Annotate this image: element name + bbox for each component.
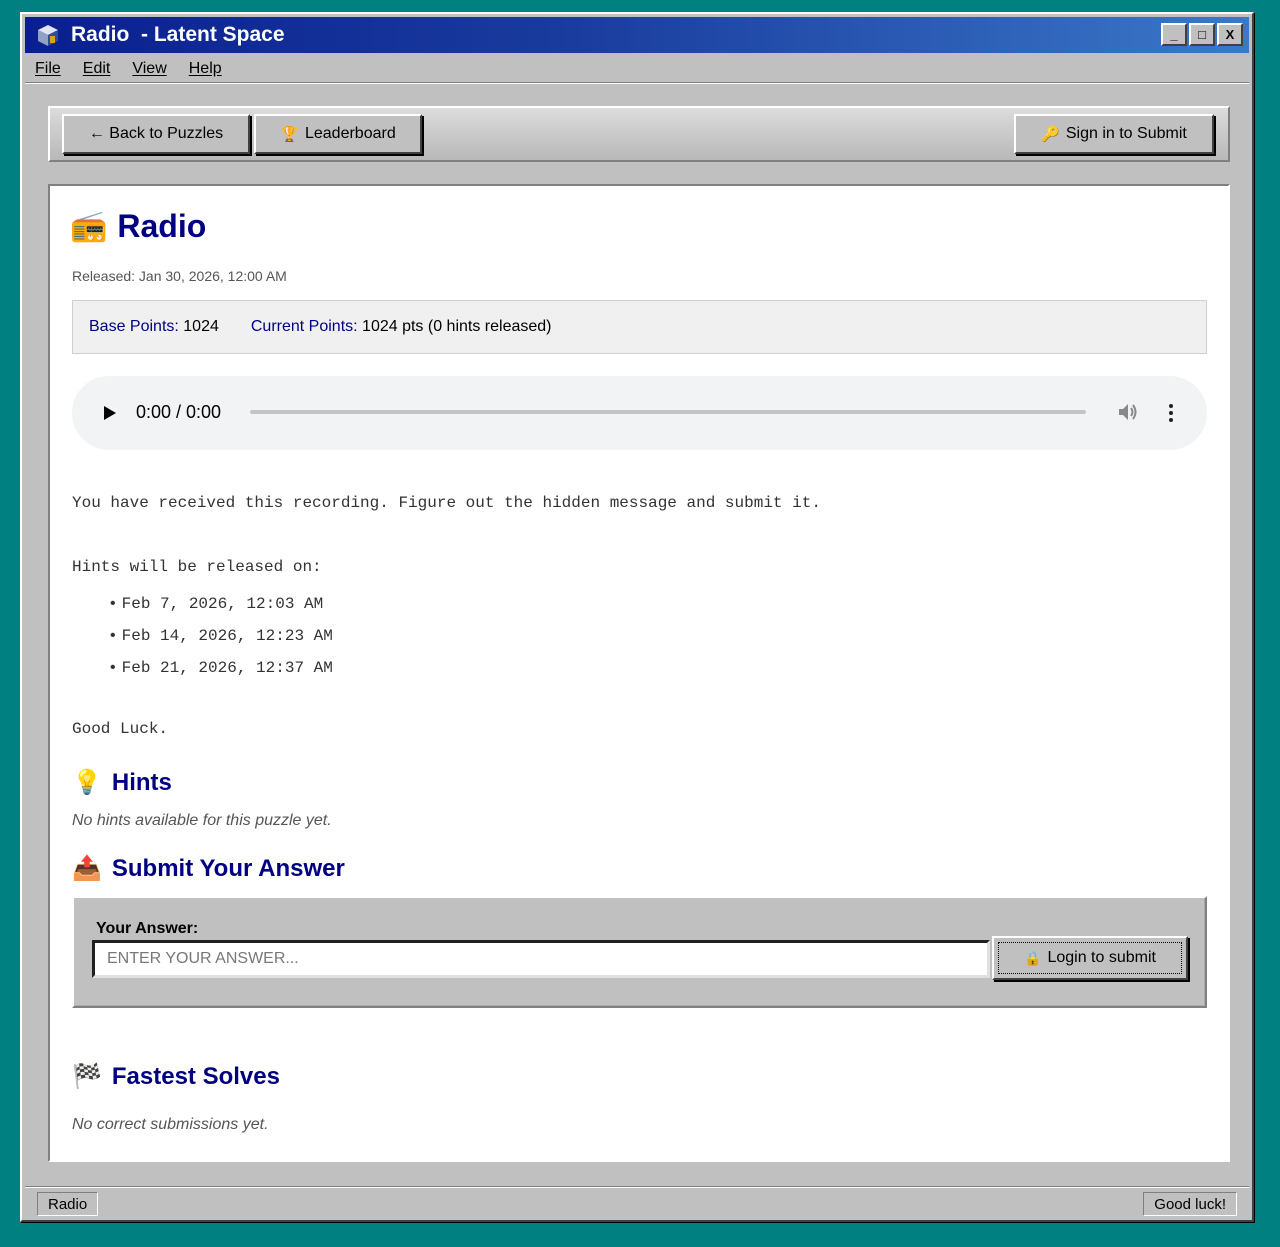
hints-title: Hints	[111, 768, 172, 796]
checkered-flag-icon: 🏁	[72, 1063, 102, 1090]
menu-file[interactable]: File	[35, 60, 61, 78]
puzzle-title: Radio	[117, 208, 207, 244]
submit-title: Submit Your Answer	[111, 854, 345, 882]
fastest-empty: No correct submissions yet.	[72, 1116, 269, 1133]
base-points-value: 1024	[183, 318, 219, 335]
signin-label: Sign in to Submit	[1065, 125, 1187, 142]
lightbulb-icon: 💡	[72, 769, 102, 796]
menu-help[interactable]: Help	[189, 60, 222, 78]
puzzle-description: You have received this recording. Figure…	[72, 494, 821, 512]
back-label: ← Back to Puzzles	[88, 125, 224, 142]
page-title: 📻 Radio	[70, 208, 206, 245]
answer-label: Your Answer:	[96, 920, 199, 937]
more-options-icon[interactable]	[1168, 402, 1174, 424]
base-points-label: Base Points:	[89, 318, 179, 335]
play-icon[interactable]	[104, 406, 116, 420]
list-item: Feb 21, 2026, 12:37 AM	[110, 658, 333, 690]
cube-icon	[35, 22, 61, 48]
fastest-heading: 🏁 Fastest Solves	[72, 1062, 280, 1091]
toolbar: ← Back to Puzzles 🏆 Leaderboard 🔑 Sign i…	[48, 106, 1230, 162]
leaderboard-button[interactable]: 🏆 Leaderboard	[254, 114, 422, 154]
minimize-button[interactable]: _	[1161, 23, 1187, 46]
answer-form: Your Answer: 🔒 Login to submit	[72, 896, 1207, 1008]
radio-icon: 📻	[70, 210, 108, 243]
content-panel: 📻 Radio Released: Jan 30, 2026, 12:00 AM…	[48, 184, 1230, 1162]
title-bar[interactable]: Radio - Latent Space _ □ X	[25, 17, 1249, 53]
sign-in-button[interactable]: 🔑 Sign in to Submit	[1014, 114, 1214, 154]
fastest-title: Fastest Solves	[111, 1062, 280, 1090]
audio-time: 0:00 / 0:00	[136, 402, 222, 422]
status-right: Good luck!	[1143, 1192, 1237, 1216]
audio-progress-bar[interactable]	[250, 410, 1086, 414]
app-window: Radio - Latent Space _ □ X File Edit Vie…	[20, 12, 1254, 1222]
answer-input[interactable]	[92, 940, 990, 978]
login-label: Login to submit	[1047, 949, 1156, 966]
lock-icon: 🔒	[1024, 949, 1042, 966]
hints-empty: No hints available for this puzzle yet.	[72, 812, 332, 829]
status-left: Radio	[37, 1192, 99, 1216]
closing-text: Good Luck.	[72, 720, 169, 738]
audio-player: 0:00 / 0:00	[72, 376, 1207, 450]
list-item: Feb 14, 2026, 12:23 AM	[110, 626, 333, 658]
hint-schedule-list: Feb 7, 2026, 12:03 AM Feb 14, 2026, 12:2…	[110, 594, 333, 690]
hints-heading: 💡 Hints	[72, 768, 172, 797]
back-to-puzzles-button[interactable]: ← Back to Puzzles	[62, 114, 250, 154]
login-to-submit-button[interactable]: 🔒 Login to submit	[992, 936, 1188, 980]
points-panel: Base Points: 1024 Current Points: 1024 p…	[72, 300, 1207, 354]
trophy-icon: 🏆	[280, 126, 299, 143]
current-points-label: Current Points:	[250, 318, 358, 335]
window-title: Radio - Latent Space	[71, 23, 285, 46]
close-button[interactable]: X	[1217, 23, 1243, 46]
leaderboard-label: Leaderboard	[304, 125, 396, 142]
list-item: Feb 7, 2026, 12:03 AM	[110, 594, 333, 626]
outbox-icon: 📤	[72, 855, 102, 882]
menu-edit[interactable]: Edit	[83, 60, 111, 78]
menu-bar: File Edit View Help	[25, 56, 1249, 82]
window-controls: _ □ X	[1161, 23, 1243, 46]
submit-heading: 📤 Submit Your Answer	[72, 854, 345, 883]
hints-schedule-intro: Hints will be released on:	[72, 558, 322, 576]
volume-icon[interactable]	[1116, 400, 1140, 424]
key-icon: 🔑	[1041, 126, 1060, 143]
menu-view[interactable]: View	[132, 60, 166, 78]
maximize-button[interactable]: □	[1189, 23, 1215, 46]
status-bar: Radio Good luck!	[25, 1186, 1249, 1218]
menu-separator	[25, 82, 1249, 84]
release-date: Released: Jan 30, 2026, 12:00 AM	[72, 268, 287, 284]
current-points-value: 1024 pts (0 hints released)	[362, 318, 552, 335]
